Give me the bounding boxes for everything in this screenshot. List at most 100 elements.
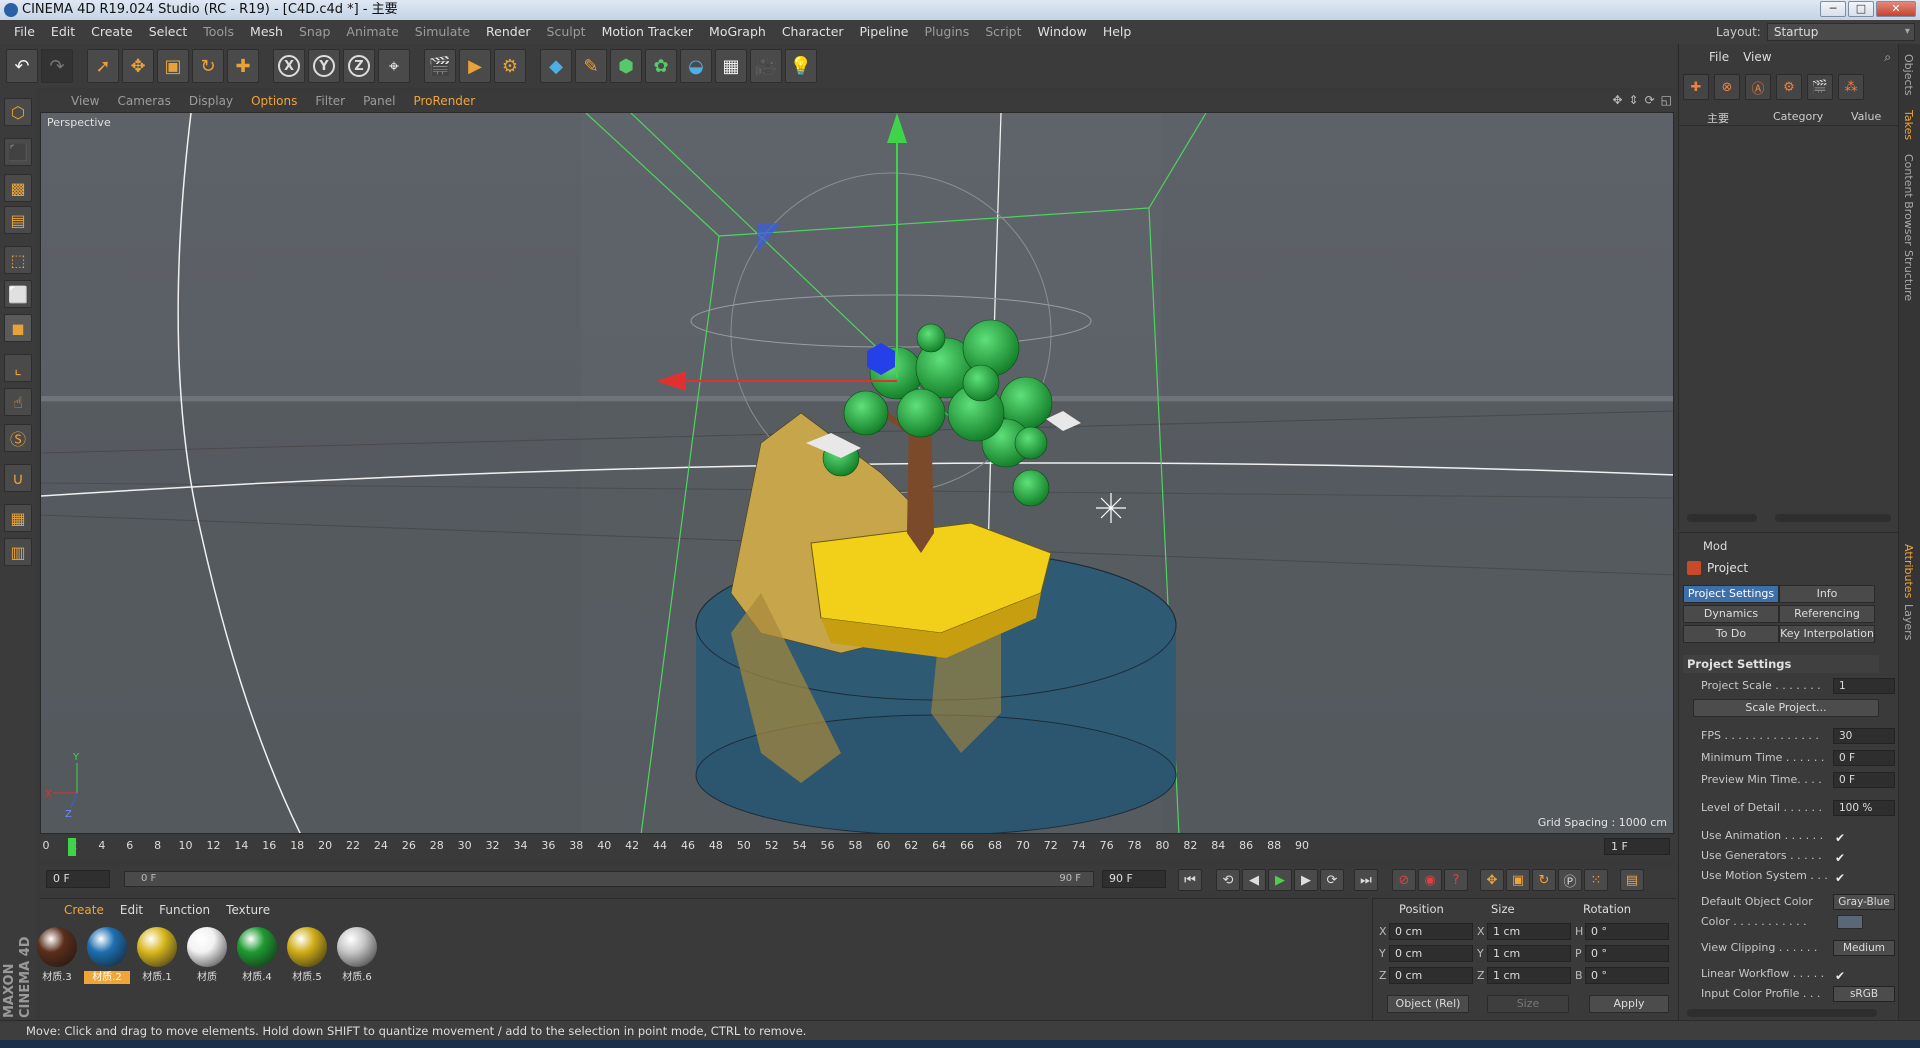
edges-mode-icon[interactable]: ⬜	[4, 280, 32, 308]
material-swatch[interactable]: 材质.1	[134, 927, 180, 985]
view-clipping-select[interactable]: Medium	[1833, 940, 1895, 956]
move-tool-icon[interactable]: ✥	[122, 49, 154, 83]
undo-icon[interactable]: ↶	[6, 49, 38, 83]
fps-field[interactable]: 30	[1833, 728, 1895, 744]
use-generators-checkbox[interactable]: ✔	[1835, 849, 1845, 867]
menu-render[interactable]: Render	[478, 20, 539, 44]
menu-pipeline[interactable]: Pipeline	[852, 20, 917, 44]
go-to-end-icon[interactable]: ⏭	[1354, 869, 1378, 891]
maximize-button[interactable]: □	[1848, 1, 1874, 17]
pos-z-field[interactable]: 0 cm	[1389, 967, 1473, 984]
mat-menu-edit[interactable]: Edit	[112, 903, 151, 917]
side-tab-takes[interactable]: Takes	[1902, 110, 1915, 140]
search-icon[interactable]: ⌕	[1884, 50, 1891, 65]
material-swatch[interactable]: 材质.3	[34, 927, 80, 985]
scale-tool-icon[interactable]: ▣	[157, 49, 189, 83]
obj-menu-file[interactable]: File	[1709, 50, 1729, 64]
previous-frame-icon[interactable]: ◀	[1242, 869, 1266, 891]
vp-menu-filter[interactable]: Filter	[306, 94, 354, 108]
size-y-field[interactable]: 1 cm	[1487, 945, 1571, 962]
next-frame-icon[interactable]: ▶	[1294, 869, 1318, 891]
mat-menu-function[interactable]: Function	[151, 903, 218, 917]
linear-workflow-checkbox[interactable]: ✔	[1835, 967, 1845, 985]
menu-motion-tracker[interactable]: Motion Tracker	[594, 20, 701, 44]
timeline-settings-icon[interactable]: ▤	[1620, 869, 1644, 891]
workplane-icon[interactable]: ▤	[4, 206, 32, 234]
take-lock-icon[interactable]: ⚙	[1776, 74, 1802, 100]
material-swatch[interactable]: 材质	[184, 927, 230, 985]
render-view-icon[interactable]: 🎬	[424, 49, 456, 83]
close-button[interactable]: ✕	[1876, 1, 1916, 17]
tab-referencing[interactable]: Referencing	[1779, 605, 1875, 623]
axis-mode-icon[interactable]: ⌞	[4, 354, 32, 382]
menu-file[interactable]: File	[6, 20, 43, 44]
objects-scrollbar-right[interactable]	[1775, 514, 1891, 522]
layout-select[interactable]: Startup	[1766, 23, 1915, 41]
menu-edit[interactable]: Edit	[43, 20, 83, 44]
take-overrides-icon[interactable]: ⁂	[1838, 74, 1864, 100]
preview-range-slider[interactable]: 0 F 90 F	[124, 871, 1094, 887]
z-axis-lock-icon[interactable]: Z	[343, 49, 375, 83]
mat-menu-create[interactable]: Create	[56, 903, 112, 917]
magnet-icon[interactable]: ∪	[4, 464, 32, 492]
menu-animate[interactable]: Animate	[338, 20, 406, 44]
new-take-icon[interactable]: ✚	[1683, 74, 1709, 100]
use-animation-checkbox[interactable]: ✔	[1835, 829, 1845, 847]
attributes-scrollbar[interactable]	[1687, 1009, 1877, 1017]
previous-key-icon[interactable]: ⟲	[1216, 869, 1240, 891]
size-mode-select[interactable]: Size	[1487, 995, 1569, 1013]
menu-tools[interactable]: Tools	[195, 20, 242, 44]
rot-h-field[interactable]: 0 °	[1585, 923, 1669, 940]
tab-dynamics[interactable]: Dynamics	[1683, 605, 1779, 623]
coordinate-system-icon[interactable]: ⌖	[378, 49, 410, 83]
takes-main-item[interactable]: 主要	[1707, 110, 1729, 126]
vp-menu-panel[interactable]: Panel	[354, 94, 404, 108]
size-x-field[interactable]: 1 cm	[1487, 923, 1571, 940]
menu-plugins[interactable]: Plugins	[916, 20, 977, 44]
zoom-icon[interactable]: ⇕	[1629, 93, 1639, 107]
x-axis-lock-icon[interactable]: X	[273, 49, 305, 83]
play-forward-icon[interactable]: ▶	[1268, 869, 1292, 891]
material-swatch[interactable]: 材质.5	[284, 927, 330, 985]
minimum-time-field[interactable]: 0 F	[1833, 750, 1895, 766]
mat-menu-texture[interactable]: Texture	[218, 903, 278, 917]
level-of-detail-field[interactable]: 100 %	[1833, 800, 1895, 816]
input-color-profile-select[interactable]: sRGB	[1833, 986, 1895, 1002]
record-keys-icon[interactable]: ⊘	[1392, 869, 1416, 891]
attr-mode-menu[interactable]: Mod	[1703, 539, 1727, 553]
live-selection-icon[interactable]: ➚	[87, 49, 119, 83]
pos-y-field[interactable]: 0 cm	[1389, 945, 1473, 962]
make-editable-icon[interactable]: ⬡	[4, 98, 32, 126]
side-tab-content-browser[interactable]: Content Browser	[1902, 154, 1915, 246]
vp-menu-options[interactable]: Options	[242, 94, 306, 108]
take-auto-icon[interactable]: Ⓐ	[1745, 74, 1771, 100]
apply-button[interactable]: Apply	[1589, 995, 1669, 1013]
take-override-icon[interactable]: ⊗	[1714, 74, 1740, 100]
rot-b-field[interactable]: 0 °	[1585, 967, 1669, 984]
planar-workplane-icon[interactable]: ▥	[4, 538, 32, 566]
size-z-field[interactable]: 1 cm	[1487, 967, 1571, 984]
pos-x-field[interactable]: 0 cm	[1389, 923, 1473, 940]
camera-icon[interactable]: 🎥	[750, 49, 782, 83]
perspective-viewport[interactable]: Y X Z Perspective Grid Spacing : 1000 cm	[40, 112, 1674, 834]
deformer-icon[interactable]: ◒	[680, 49, 712, 83]
pen-spline-icon[interactable]: ✎	[575, 49, 607, 83]
obj-menu-view[interactable]: View	[1743, 50, 1771, 64]
key-scale-icon[interactable]: ▣	[1506, 869, 1530, 891]
tab-key-interpolation[interactable]: Key Interpolation	[1779, 625, 1875, 643]
objects-scrollbar-left[interactable]	[1687, 514, 1757, 522]
add-tool-icon[interactable]: ✚	[227, 49, 259, 83]
menu-snap[interactable]: Snap	[291, 20, 338, 44]
texture-mode-icon[interactable]: ▩	[4, 174, 32, 202]
menu-script[interactable]: Script	[977, 20, 1029, 44]
menu-window[interactable]: Window	[1030, 20, 1095, 44]
cloner-icon[interactable]: ✿	[645, 49, 677, 83]
tab-info[interactable]: Info	[1779, 585, 1875, 603]
maximize-view-icon[interactable]: ◱	[1661, 93, 1672, 107]
keyframe-selection-icon[interactable]: ?	[1444, 869, 1468, 891]
start-frame-field[interactable]: 0 F	[46, 870, 110, 888]
render-settings-icon[interactable]: ⚙	[494, 49, 526, 83]
tweak-mode-icon[interactable]: ☝	[4, 388, 32, 416]
menu-character[interactable]: Character	[774, 20, 852, 44]
viewport-camera-label[interactable]: Perspective	[47, 116, 111, 129]
